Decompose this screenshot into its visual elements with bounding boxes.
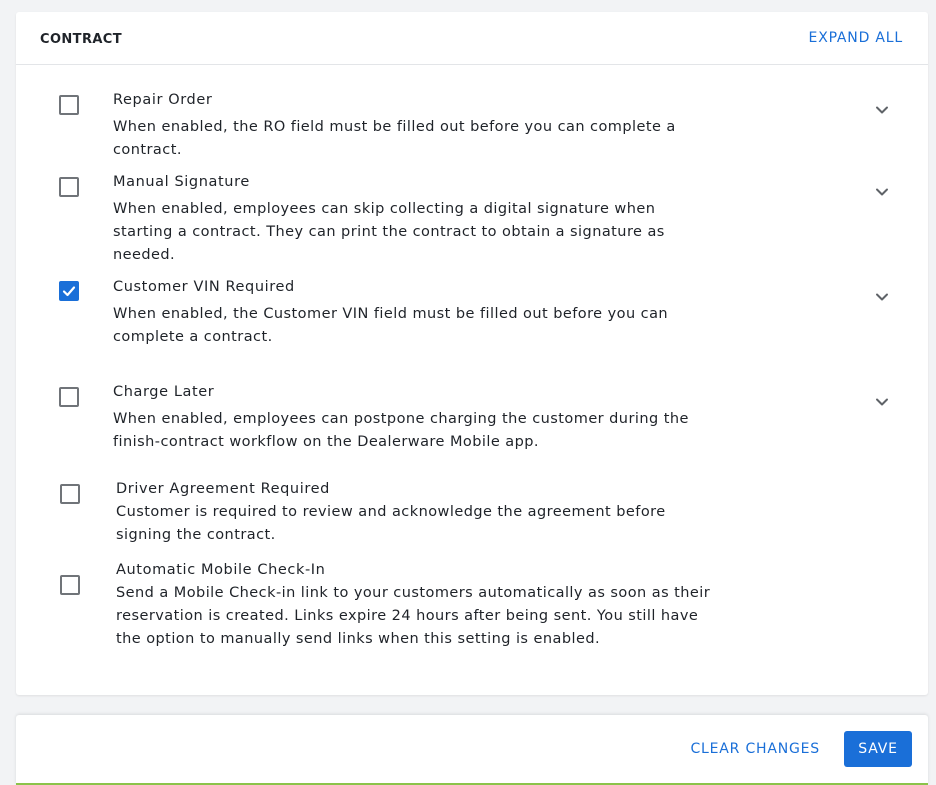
setting-customer-vin-required: Customer VIN Required When enabled, the … [16, 277, 928, 357]
save-button[interactable]: SAVE [844, 731, 912, 767]
chevron-down-icon[interactable] [874, 289, 890, 305]
setting-description: Send a Mobile Check-in link to your cust… [116, 585, 711, 647]
setting-description: When enabled, employees can skip collect… [113, 201, 665, 263]
setting-charge-later: Charge Later When enabled, employees can… [16, 382, 928, 462]
setting-description: When enabled, employees can postpone cha… [113, 411, 689, 450]
expand-all-button[interactable]: EXPAND ALL [809, 30, 903, 46]
setting-title: Driver Agreement Required [116, 481, 330, 497]
setting-title: Customer VIN Required [113, 279, 295, 295]
manual-signature-checkbox[interactable] [59, 177, 79, 197]
card-header: CONTRACT EXPAND ALL [16, 12, 928, 65]
chevron-down-icon[interactable] [874, 394, 890, 410]
chevron-down-icon[interactable] [874, 184, 890, 200]
setting-repair-order: Repair Order When enabled, the RO field … [16, 90, 928, 158]
setting-manual-signature: Manual Signature When enabled, employees… [16, 172, 928, 263]
setting-title: Manual Signature [113, 174, 250, 190]
customer-vin-required-checkbox[interactable] [59, 281, 79, 301]
automatic-mobile-check-in-checkbox[interactable] [60, 575, 80, 595]
card-title: CONTRACT [40, 32, 123, 47]
driver-agreement-required-checkbox[interactable] [60, 484, 80, 504]
setting-title: Automatic Mobile Check-In [116, 562, 326, 578]
contract-settings-card: CONTRACT EXPAND ALL Repair Order When en… [16, 12, 928, 695]
checkmark-icon [62, 286, 76, 297]
repair-order-checkbox[interactable] [59, 95, 79, 115]
setting-automatic-mobile-check-in: Automatic Mobile Check-In Send a Mobile … [16, 560, 928, 655]
clear-changes-button[interactable]: CLEAR CHANGES [690, 741, 820, 757]
setting-title: Charge Later [113, 384, 215, 400]
setting-title: Repair Order [113, 92, 213, 108]
setting-description: Customer is required to review and ackno… [116, 504, 666, 543]
charge-later-checkbox[interactable] [59, 387, 79, 407]
action-footer: CLEAR CHANGES SAVE [16, 715, 928, 785]
setting-description: When enabled, the Customer VIN field mus… [113, 306, 669, 345]
setting-description: When enabled, the RO field must be fille… [113, 119, 676, 158]
chevron-down-icon[interactable] [874, 102, 890, 118]
setting-driver-agreement-required: Driver Agreement Required Customer is re… [16, 479, 928, 549]
